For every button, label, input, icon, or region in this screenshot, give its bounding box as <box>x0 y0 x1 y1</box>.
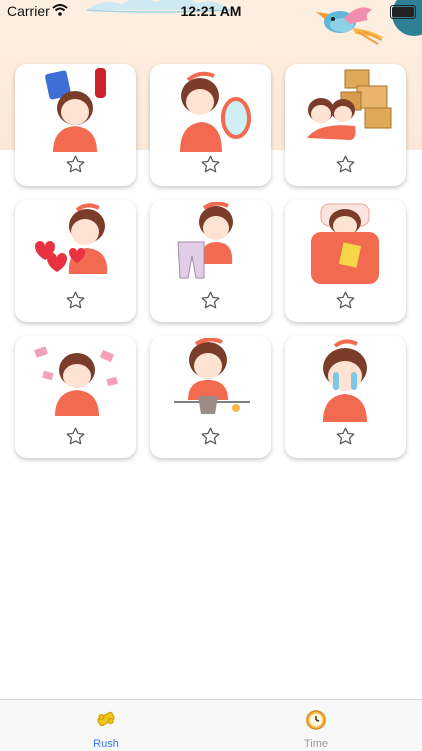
tab-time-label: Time <box>303 738 329 750</box>
girl-with-pants-sticker <box>177 202 233 279</box>
sticker-card[interactable] <box>150 336 271 458</box>
sticker-card[interactable] <box>15 64 136 186</box>
girl-with-plant-sticker <box>174 338 250 414</box>
girl-sleeping-sticker <box>311 203 379 284</box>
tab-rush-label: Rush <box>93 738 119 750</box>
favorite-star-icon[interactable] <box>65 426 86 447</box>
tab-rush[interactable]: Rush <box>66 708 146 750</box>
favorite-star-icon[interactable] <box>200 426 221 447</box>
girl-with-hearts-sticker <box>35 203 108 274</box>
girl-with-money-sticker <box>33 346 118 416</box>
girl-with-snacks-sticker <box>45 68 106 152</box>
sticker-card[interactable] <box>15 336 136 458</box>
puzzle-icon <box>97 711 115 727</box>
tab-time[interactable]: Time <box>276 708 356 750</box>
favorite-star-icon[interactable] <box>200 154 221 175</box>
clock-label: 12:21 AM <box>180 3 242 19</box>
favorite-star-icon[interactable] <box>200 290 221 311</box>
girl-with-mirror-sticker <box>180 71 251 152</box>
favorite-star-icon[interactable] <box>65 290 86 311</box>
sticker-grid <box>15 64 407 458</box>
status-bar: Carrier 12:21 AM <box>0 0 422 22</box>
favorite-star-icon[interactable] <box>335 290 356 311</box>
girls-with-boxes-sticker <box>307 69 392 140</box>
girl-crying-sticker <box>323 339 367 422</box>
sticker-card[interactable] <box>150 64 271 186</box>
sticker-card[interactable] <box>285 200 406 322</box>
sticker-card[interactable] <box>285 64 406 186</box>
favorite-star-icon[interactable] <box>335 426 356 447</box>
favorite-star-icon[interactable] <box>65 154 86 175</box>
battery-icon <box>390 5 416 19</box>
tab-bar: Rush Time <box>0 699 422 751</box>
clock-icon <box>306 710 326 730</box>
sticker-card[interactable] <box>285 336 406 458</box>
sticker-card[interactable] <box>15 200 136 322</box>
sticker-card[interactable] <box>150 200 271 322</box>
favorite-star-icon[interactable] <box>335 154 356 175</box>
